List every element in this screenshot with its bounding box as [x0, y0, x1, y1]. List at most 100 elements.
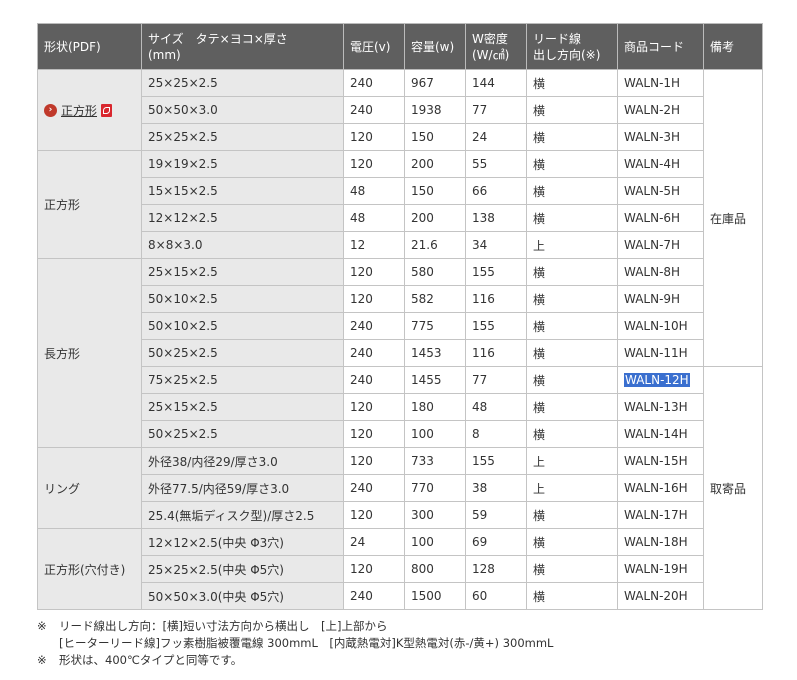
- voltage-cell: 120: [343, 393, 405, 421]
- density-cell: 155: [465, 258, 527, 286]
- density-cell-text: 77: [472, 103, 488, 117]
- voltage-cell-text: 120: [350, 157, 373, 171]
- voltage-cell-text: 120: [350, 508, 373, 522]
- product-code-cell-text[interactable]: WALN-5H: [624, 184, 680, 198]
- product-code-cell-text[interactable]: WALN-9H: [624, 292, 680, 306]
- capacity-cell: 150: [404, 177, 466, 205]
- lead-direction-cell-text: 横: [533, 346, 546, 361]
- product-code-cell-text[interactable]: WALN-2H: [624, 103, 680, 117]
- density-cell: 116: [465, 339, 527, 367]
- capacity-cell: 800: [404, 555, 466, 583]
- product-code-cell-text[interactable]: WALN-20H: [624, 589, 688, 603]
- header-shape: 形状(PDF): [37, 23, 142, 70]
- product-code-cell: WALN-17H: [617, 501, 704, 529]
- lead-direction-cell-text: 横: [533, 508, 546, 523]
- product-code-cell-text[interactable]: WALN-16H: [624, 481, 688, 495]
- lead-direction-cell: 横: [526, 366, 618, 394]
- lead-direction-cell: 横: [526, 528, 618, 556]
- capacity-cell-text: 100: [411, 535, 434, 549]
- voltage-cell-text: 120: [350, 454, 373, 468]
- shape-label: 正方形: [44, 198, 81, 212]
- capacity-cell: 100: [404, 420, 466, 448]
- lead-direction-cell-text: 横: [533, 265, 546, 280]
- density-cell-text: 38: [472, 481, 488, 495]
- product-code-cell-text[interactable]: WALN-3H: [624, 130, 680, 144]
- lead-direction-cell-text: 横: [533, 130, 546, 145]
- lead-direction-cell-text: 上: [533, 481, 546, 496]
- product-code-cell: WALN-18H: [617, 528, 704, 556]
- product-code-cell-text[interactable]: WALN-10H: [624, 319, 688, 333]
- header-lead-line1: リード線: [533, 31, 582, 46]
- lead-direction-cell-text: 横: [533, 589, 546, 604]
- product-code-cell-text[interactable]: WALN-6H: [624, 211, 680, 225]
- footnote-1: ※ リード線出し方向：[横]短い寸法方向から横出し [上]上部から: [37, 618, 762, 635]
- size-cell: 12×12×2.5: [141, 204, 344, 232]
- capacity-cell-text: 775: [411, 319, 434, 333]
- size-cell: 25.4(無垢ディスク型)/厚さ2.5: [141, 501, 344, 529]
- product-code-cell-text[interactable]: WALN-12H: [624, 373, 690, 387]
- capacity-cell-text: 200: [411, 211, 434, 225]
- density-cell-text: 155: [472, 319, 495, 333]
- note-cell: 取寄品: [703, 366, 763, 610]
- lead-direction-cell: 横: [526, 96, 618, 124]
- product-code-cell-text[interactable]: WALN-4H: [624, 157, 680, 171]
- size-cell: 25×25×2.5: [141, 69, 344, 97]
- density-cell: 59: [465, 501, 527, 529]
- density-cell: 69: [465, 528, 527, 556]
- size-cell-text: 25×25×2.5: [148, 76, 218, 90]
- size-cell-text: 25×25×2.5: [148, 130, 218, 144]
- voltage-cell: 240: [343, 366, 405, 394]
- product-code-cell-text[interactable]: WALN-15H: [624, 454, 688, 468]
- size-cell: 25×25×2.5(中央 Φ5穴): [141, 555, 344, 583]
- voltage-cell: 120: [343, 258, 405, 286]
- size-cell: 19×19×2.5: [141, 150, 344, 178]
- product-code-cell-text[interactable]: WALN-11H: [624, 346, 688, 360]
- lead-direction-cell: 横: [526, 150, 618, 178]
- header-lead-line2: 出し方向(※): [533, 47, 601, 62]
- footnote-mark: ※: [37, 619, 47, 633]
- note-cell: 在庫品: [703, 69, 763, 367]
- size-cell: 50×25×2.5: [141, 420, 344, 448]
- shape-label: 長方形: [44, 346, 81, 361]
- product-code-cell-text[interactable]: WALN-17H: [624, 508, 688, 522]
- shape-link-text[interactable]: 正方形: [61, 102, 97, 119]
- voltage-cell-text: 12: [350, 238, 366, 252]
- voltage-cell: 120: [343, 447, 405, 475]
- voltage-cell-text: 240: [350, 76, 373, 90]
- density-cell: 48: [465, 393, 527, 421]
- product-code-cell-text[interactable]: WALN-18H: [624, 535, 688, 549]
- size-cell: 50×50×3.0(中央 Φ5穴): [141, 582, 344, 610]
- capacity-cell-text: 1455: [411, 373, 442, 387]
- product-code-cell-text[interactable]: WALN-13H: [624, 400, 688, 414]
- capacity-cell: 580: [404, 258, 466, 286]
- size-cell: 外径38/内径29/厚さ3.0: [141, 447, 344, 475]
- density-cell-text: 155: [472, 265, 495, 279]
- shape-pdf-link[interactable]: › 正方形: [44, 102, 113, 119]
- density-cell: 24: [465, 123, 527, 151]
- header-density-line2: (W/㎠): [472, 47, 510, 62]
- size-cell-text: 15×15×2.5: [148, 184, 218, 198]
- shape-label: 正方形(穴付き): [44, 562, 126, 577]
- footnotes: ※ リード線出し方向：[横]短い寸法方向から横出し [上]上部から [ヒーターリー…: [37, 618, 762, 669]
- pdf-icon[interactable]: [101, 104, 113, 117]
- size-cell: 12×12×2.5(中央 Φ3穴): [141, 528, 344, 556]
- product-code-cell-text[interactable]: WALN-19H: [624, 562, 688, 576]
- voltage-cell-text: 120: [350, 562, 373, 576]
- product-code-cell-text[interactable]: WALN-8H: [624, 265, 680, 279]
- density-cell-text: 138: [472, 211, 495, 225]
- capacity-cell-text: 300: [411, 508, 434, 522]
- density-cell: 55: [465, 150, 527, 178]
- size-cell-text: 25×15×2.5: [148, 400, 218, 414]
- voltage-cell-text: 48: [350, 184, 366, 198]
- density-cell: 8: [465, 420, 527, 448]
- density-cell-text: 34: [472, 238, 488, 252]
- lead-direction-cell-text: 横: [533, 184, 546, 199]
- stock-status: 取寄品: [710, 481, 747, 496]
- voltage-cell: 120: [343, 501, 405, 529]
- product-code-cell-text[interactable]: WALN-7H: [624, 238, 680, 252]
- product-code-cell-text[interactable]: WALN-14H: [624, 427, 688, 441]
- shape-cell: 長方形: [37, 258, 142, 448]
- product-code-cell-text[interactable]: WALN-1H: [624, 76, 680, 90]
- product-code-cell: WALN-19H: [617, 555, 704, 583]
- size-cell-text: 50×25×2.5: [148, 427, 218, 441]
